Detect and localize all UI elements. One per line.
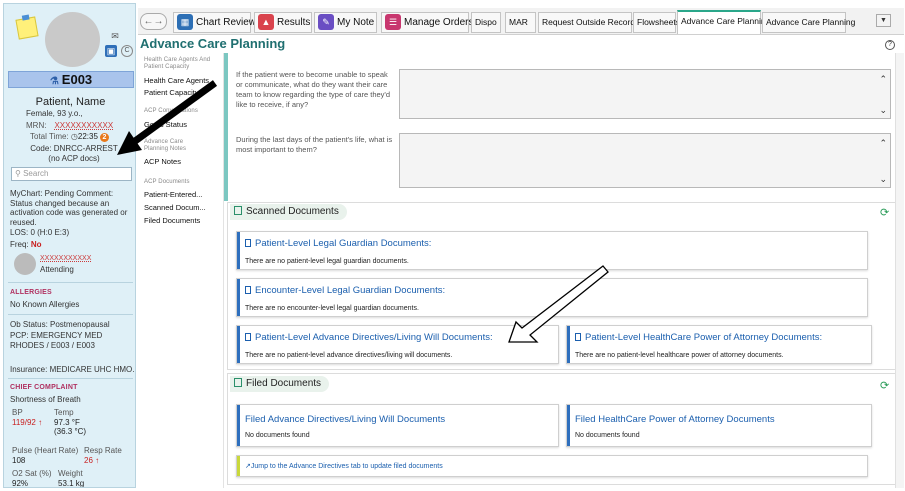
white-arrow (508, 265, 609, 343)
epic-chart-window: ✉ ▣ C ⚗ E003 Patient, Name Female, 93 y.o… (0, 0, 905, 491)
annotation-arrows (117, 80, 609, 343)
black-arrow (117, 80, 218, 155)
